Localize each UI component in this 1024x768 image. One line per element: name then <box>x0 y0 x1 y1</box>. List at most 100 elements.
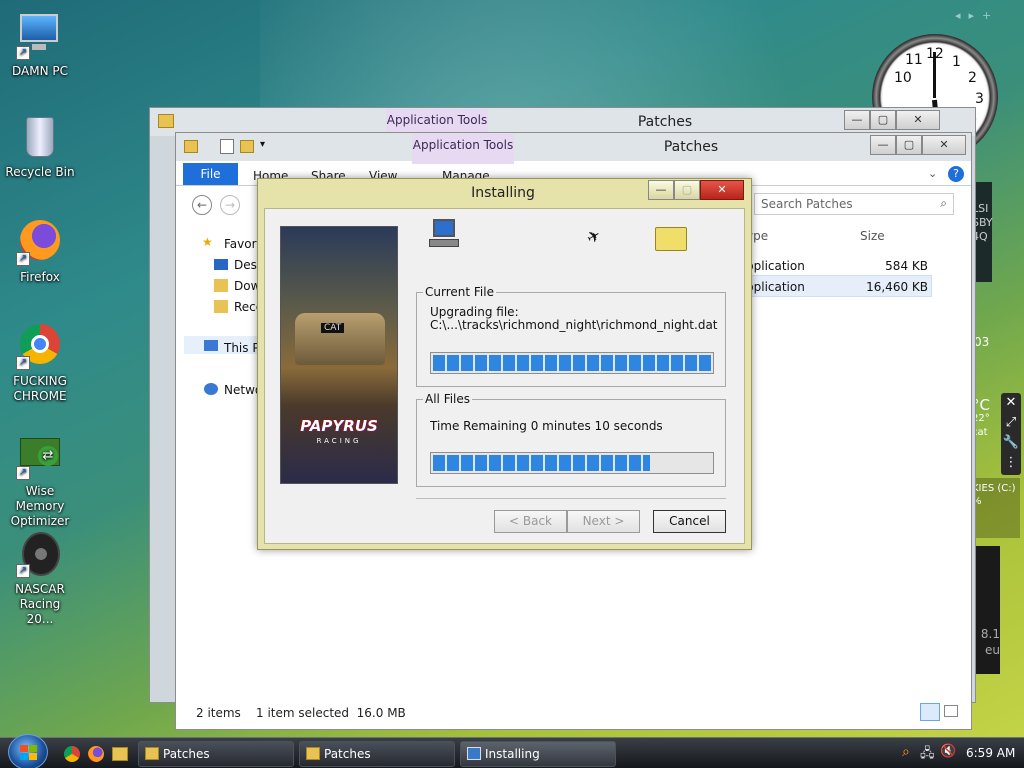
details-view-icon[interactable] <box>920 703 940 721</box>
close-button[interactable]: ✕ <box>700 180 744 200</box>
tab-file[interactable]: File <box>183 163 238 185</box>
drag-handle-icon[interactable]: ⋮ <box>1001 453 1021 473</box>
cell-type: pplication <box>746 280 805 294</box>
current-file-progress-bar <box>430 352 714 374</box>
folder-icon <box>306 747 320 760</box>
desktop-icon-label: Firefox <box>20 270 60 284</box>
taskbar-button-label: Patches <box>163 747 210 761</box>
chrome-quicklaunch-icon[interactable] <box>64 746 80 762</box>
chrome-icon: ↗ <box>16 322 64 370</box>
taskbar: Patches Patches Installing ⌕ 🖧 🔇 6:59 AM <box>0 734 1024 768</box>
recycle-bin-icon <box>16 113 64 161</box>
table-row[interactable]: pplication <box>746 259 805 273</box>
search-input[interactable]: Search Patches <box>761 197 853 211</box>
pc-icon <box>204 340 218 351</box>
gadget-controls[interactable]: ✕ ⤢ 🔧 ⋮ <box>1001 393 1021 475</box>
taskbar-button-installing[interactable]: Installing <box>460 741 616 767</box>
back-arrow-icon[interactable]: ← <box>192 195 212 215</box>
all-files-legend: All Files <box>423 392 473 406</box>
drive-gadget: KIES (C:) % <box>972 478 1020 538</box>
close-icon[interactable]: ✕ <box>1001 393 1021 413</box>
time-remaining: Time Remaining 0 minutes 10 seconds <box>430 419 663 433</box>
minimize-button[interactable]: — <box>648 180 674 200</box>
search-tray-icon[interactable]: ⌕ <box>902 744 910 760</box>
network-tray-icon[interactable]: 🖧 <box>920 744 935 766</box>
taskbar-button-patches-2[interactable]: Patches <box>299 741 455 767</box>
maximize-button[interactable]: ▢ <box>896 135 922 155</box>
desktop-icon-label: Recycle Bin <box>5 165 75 179</box>
wrench-icon[interactable]: 🔧 <box>1001 433 1021 453</box>
taskbar-clock[interactable]: 6:59 AM <box>966 746 1015 760</box>
separator <box>416 498 726 499</box>
desktop-icon-chrome[interactable]: ↗ FUCKING CHROME <box>0 322 80 404</box>
forward-arrow-icon[interactable]: → <box>220 195 240 215</box>
search-icon[interactable]: ⌕ <box>940 196 947 211</box>
setup-computer-icon <box>429 219 461 251</box>
desktop-icon <box>214 259 228 270</box>
new-folder-icon[interactable] <box>240 140 254 153</box>
papyrus-banner: CAT PAPYRUS RACING <box>280 226 398 484</box>
drive-label: KIES (C:) <box>972 483 1016 494</box>
upgrading-label: Upgrading file: <box>430 305 519 319</box>
ribbon-expand-icon[interactable]: ⌄ <box>928 167 937 180</box>
desktop-icon-recycle-bin[interactable]: Recycle Bin <box>0 113 80 180</box>
start-button[interactable] <box>8 734 48 768</box>
cell-size: 584 KB <box>885 259 928 273</box>
flying-page-icon: ✈ <box>583 224 605 249</box>
all-files-group: All Files Time Remaining 0 minutes 10 se… <box>416 392 726 487</box>
current-file-progress-fill <box>433 355 711 371</box>
minimize-button[interactable]: — <box>844 110 870 130</box>
folder-icon <box>145 747 159 760</box>
installing-dialog[interactable]: Installing — ▢ ✕ CAT PAPYRUS RACING ✈ Cu… <box>257 178 752 550</box>
computer-icon: ↗ <box>16 12 64 60</box>
dialog-title: Installing <box>471 185 535 201</box>
application-tools-label: Application Tools <box>412 134 514 164</box>
cell-size: 16,460 KB <box>866 280 928 294</box>
current-file-group: Current File Upgrading file: C:\...\trac… <box>416 285 726 387</box>
drive-percent: % <box>972 496 982 507</box>
minimize-button[interactable]: — <box>870 135 896 155</box>
cell-type: pplication <box>746 259 805 273</box>
close-button[interactable]: ✕ <box>922 135 966 155</box>
downloads-icon <box>214 279 228 292</box>
large-icons-view-icon[interactable] <box>944 705 958 717</box>
desktop-icon-nascar[interactable]: ↗ NASCAR Racing 20... <box>0 530 80 627</box>
nav-this-pc[interactable]: This P <box>224 341 260 355</box>
gadget-nav-arrows[interactable]: ◂▸+ <box>955 9 999 22</box>
explorer-quicklaunch-icon[interactable] <box>112 747 128 761</box>
quick-access-dropdown-icon[interactable]: ▾ <box>260 139 265 150</box>
taskbar-button-label: Patches <box>324 747 371 761</box>
memory-optimizer-icon: ⇄ ↗ <box>16 432 64 480</box>
clock-number: 3 <box>975 91 984 107</box>
clock-number: 1 <box>952 54 961 70</box>
maximize-button[interactable]: ▢ <box>674 180 700 200</box>
column-header-size[interactable]: Size <box>860 229 885 243</box>
setup-icon <box>467 747 481 760</box>
next-button[interactable]: Next > <box>567 510 640 533</box>
expand-icon[interactable]: ⤢ <box>1001 413 1021 433</box>
search-box[interactable]: Search Patches ⌕ <box>754 193 954 215</box>
firefox-quicklaunch-icon[interactable] <box>88 746 104 762</box>
desktop-icon-label: FUCKING CHROME <box>13 374 67 403</box>
clock-number: 10 <box>894 70 912 86</box>
cancel-button[interactable]: Cancel <box>653 510 726 533</box>
back-button[interactable]: < Back <box>494 510 567 533</box>
gadget-text: eu <box>985 643 1000 657</box>
help-icon[interactable]: ? <box>948 166 964 182</box>
window-title: Patches <box>637 114 693 130</box>
desktop-icon-wise-memory-optimizer[interactable]: ⇄ ↗ Wise Memory Optimizer <box>0 432 80 529</box>
taskbar-button-patches-1[interactable]: Patches <box>138 741 294 767</box>
clock-number: 2 <box>968 70 977 86</box>
desktop-icon-damn-pc[interactable]: ↗ DAMN PC <box>0 12 80 79</box>
volume-muted-icon[interactable]: 🔇 <box>940 744 956 759</box>
close-button[interactable]: ✕ <box>896 110 940 130</box>
gadget-text: 8.1 <box>980 627 1000 641</box>
maximize-button[interactable]: ▢ <box>870 110 896 130</box>
firefox-icon: ↗ <box>16 218 64 266</box>
desktop-icon-firefox[interactable]: ↗ Firefox <box>0 218 80 285</box>
folder-icon <box>655 227 687 251</box>
properties-icon[interactable] <box>220 139 234 154</box>
desktop-icon-label: Wise Memory Optimizer <box>10 484 70 528</box>
taskbar-button-label: Installing <box>485 747 540 761</box>
all-files-progress-bar <box>430 452 714 474</box>
